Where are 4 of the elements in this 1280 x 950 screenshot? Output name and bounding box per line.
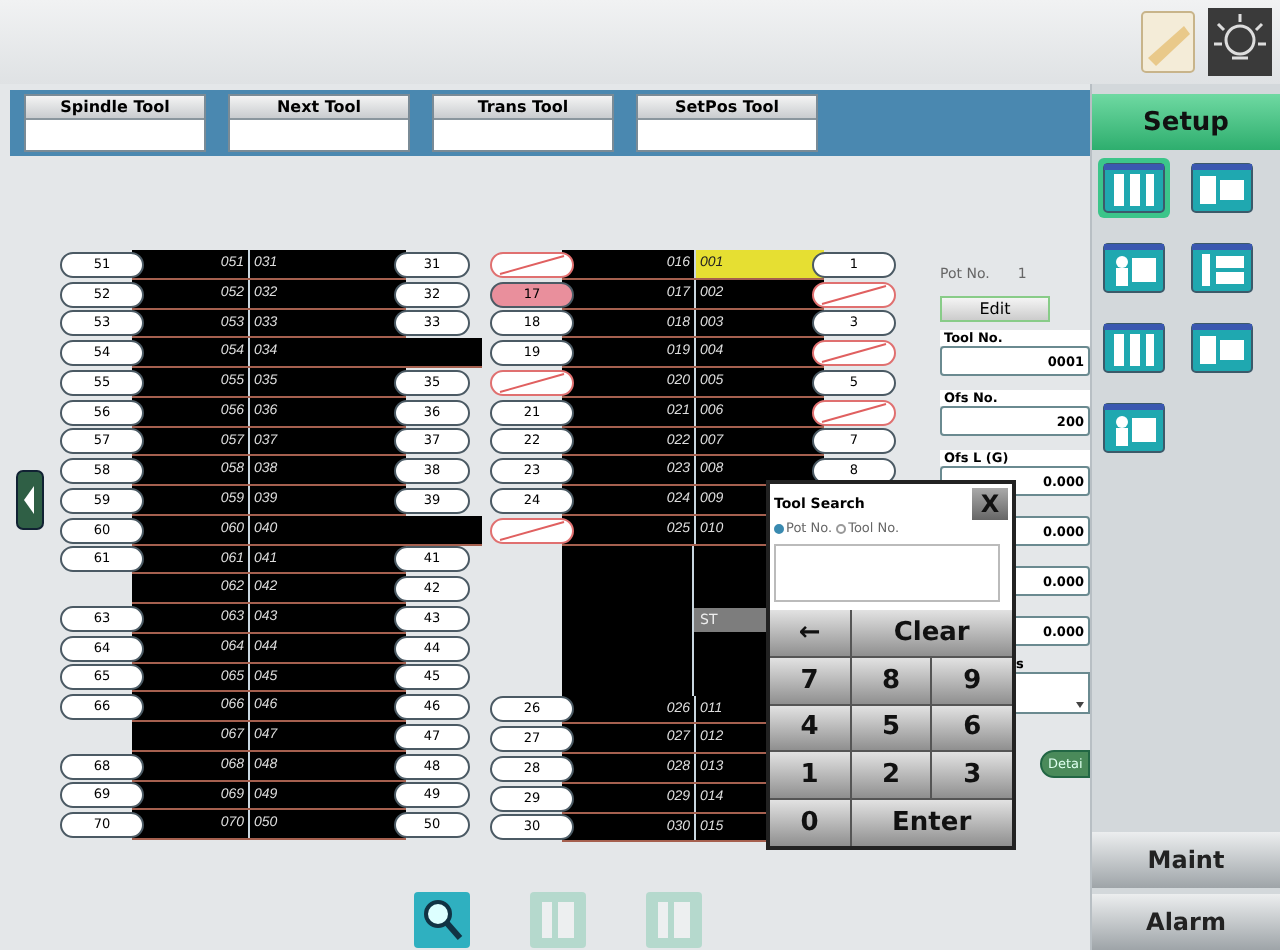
tool-status-field: Spindle Tool — [24, 94, 206, 152]
tool-status-field: Trans Tool — [432, 94, 614, 152]
tool-status-field: Next Tool — [228, 94, 410, 152]
tool-status-field: SetPos Tool — [636, 94, 818, 152]
